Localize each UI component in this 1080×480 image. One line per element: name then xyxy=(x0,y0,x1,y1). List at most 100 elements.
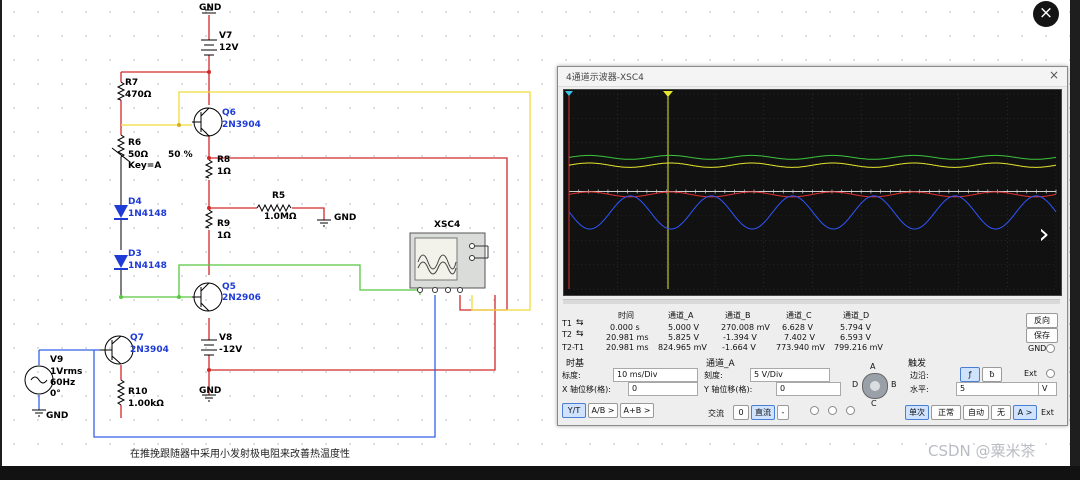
t1-c: 6.628 V xyxy=(782,323,813,332)
r5-name: R5 xyxy=(272,191,285,201)
d3-name: D3 xyxy=(128,249,142,259)
v8-name: V8 xyxy=(219,333,232,343)
channel-radio-3[interactable] xyxy=(846,406,855,415)
v8-value: -12V xyxy=(219,345,242,355)
single-button[interactable]: 单次 xyxy=(905,405,929,420)
channel-scale-field[interactable]: 5 V/Div xyxy=(750,368,830,382)
y-position-field[interactable]: 0 xyxy=(776,382,841,396)
t1-b: 270.008 mV xyxy=(721,323,770,332)
r6-key: Key=A xyxy=(128,161,161,171)
q6-model: 2N3904 xyxy=(222,120,261,130)
level-unit[interactable]: V xyxy=(1038,382,1057,396)
scope-close-button[interactable]: × xyxy=(1049,68,1059,82)
r6-value: 50Ω xyxy=(128,150,149,160)
ext-radio[interactable] xyxy=(1046,369,1055,378)
chevron-right-icon: › xyxy=(1038,217,1050,250)
x-position-field[interactable]: 0 xyxy=(628,382,698,396)
readout-header-time: 时间 xyxy=(618,311,634,320)
timebase-scale-field[interactable]: 10 ms/Div xyxy=(613,368,698,382)
readout-header-b: 通道_B xyxy=(725,311,751,320)
normal-button[interactable]: 正常 xyxy=(931,405,961,420)
yt-button[interactable]: Y/T xyxy=(562,403,586,418)
watermark: CSDN @粟米茶 xyxy=(928,442,1036,460)
edge-label: 边沿: xyxy=(910,371,929,380)
t2-b: -1.394 V xyxy=(723,333,757,342)
channel-radio-1[interactable] xyxy=(810,406,819,415)
scope-title: 4通道示波器-XSC4 xyxy=(566,73,644,83)
r9-name: R9 xyxy=(217,219,230,229)
ac-label[interactable]: 交流 xyxy=(708,408,724,419)
gnd-label-r5: GND xyxy=(334,213,356,223)
knob-letter-d: D xyxy=(852,380,859,389)
t2t1-b: -1.664 V xyxy=(722,343,756,352)
r9-value: 1Ω xyxy=(217,231,231,241)
v9-line1: 1Vrms xyxy=(50,367,82,377)
t1-label: T1 xyxy=(562,319,572,328)
gnd-label-v8: GND xyxy=(199,386,221,396)
gnd-radio[interactable] xyxy=(1046,344,1055,353)
auto-button[interactable]: 自动 xyxy=(963,405,989,420)
channel-radio-2[interactable] xyxy=(828,406,837,415)
scope-traces xyxy=(565,91,1057,290)
oscilloscope-window: 4通道示波器-XSC4 × 时间 通道_A 通道_B 通道_C 通道_D T1 … xyxy=(557,66,1068,426)
t2-label: T2 xyxy=(562,330,572,339)
ab-button[interactable]: A/B > xyxy=(588,403,618,418)
r8-value: 1Ω xyxy=(217,167,231,177)
v9-name: V9 xyxy=(50,355,63,365)
bottom-strip xyxy=(0,466,1080,480)
channel-selector-knob[interactable] xyxy=(862,373,888,399)
t1-arrows-icon[interactable]: ⇆ xyxy=(576,318,584,328)
t2-d: 6.593 V xyxy=(840,333,871,342)
readout-header-a: 通道_A xyxy=(668,311,694,320)
timebase-scale-label: 标度: xyxy=(562,371,581,380)
t2-a: 5.825 V xyxy=(668,333,699,342)
falling-edge-button[interactable]: ƀ xyxy=(982,367,1002,382)
scope-titlebar: 4通道示波器-XSC4 × xyxy=(558,67,1067,87)
xsc4-label: XSC4 xyxy=(434,220,460,230)
level-field[interactable]: 5 xyxy=(956,382,1041,396)
trace-channel-d xyxy=(568,195,1057,230)
r7-name: R7 xyxy=(125,78,138,88)
t2t1-a: 824.965 mV xyxy=(658,343,707,352)
knob-letter-c: C xyxy=(871,399,877,408)
r6-name: R6 xyxy=(128,138,141,148)
close-icon: × xyxy=(1038,3,1054,23)
q5-model: 2N2906 xyxy=(222,293,261,303)
gnd-label-v9: GND xyxy=(46,411,68,421)
dc-button[interactable]: 直流 xyxy=(751,405,775,420)
zero-button[interactable]: 0 xyxy=(733,405,749,420)
y-position-label: Y 轴位移(格): xyxy=(704,385,753,394)
t2t1-d: 799.216 mV xyxy=(834,343,883,352)
t2t1-c: 773.940 mV xyxy=(776,343,825,352)
timebase-title: 时基 xyxy=(566,359,585,369)
rising-edge-button[interactable]: ƒ xyxy=(960,367,980,382)
a-trigger-button[interactable]: A > xyxy=(1013,405,1037,420)
ext-trigger-button[interactable]: Ext xyxy=(1041,408,1054,417)
reverse-button[interactable]: 反向 xyxy=(1026,313,1058,328)
viewer-close-button[interactable]: × xyxy=(1033,1,1059,27)
q5-name: Q5 xyxy=(222,282,236,292)
none-button[interactable]: 无 xyxy=(991,405,1011,420)
x-position-label: X 轴位移(格): xyxy=(562,385,611,394)
aplusb-button[interactable]: A+B > xyxy=(620,403,654,418)
r6-percent: 50 % xyxy=(168,150,193,160)
t1-d: 5.794 V xyxy=(840,323,871,332)
t2t1-label: T2-T1 xyxy=(562,343,585,352)
v7-name: V7 xyxy=(219,31,232,41)
minus-button[interactable]: - xyxy=(777,405,789,420)
t1-time: 0.000 s xyxy=(610,323,640,332)
red-wires xyxy=(120,15,508,418)
trigger-title: 触发 xyxy=(908,359,927,369)
d4-name: D4 xyxy=(128,197,142,207)
save-button[interactable]: 保存 xyxy=(1026,328,1058,343)
xsc4-symbol xyxy=(409,232,489,293)
v9-line2: 60Hz xyxy=(50,378,75,388)
t2-arrows-icon[interactable]: ⇆ xyxy=(576,329,584,339)
viewer-next-button[interactable]: › xyxy=(1030,218,1058,252)
r5-value: 1.0MΩ xyxy=(264,212,297,222)
knob-letter-a: A xyxy=(870,362,876,371)
q7-name: Q7 xyxy=(130,333,144,343)
gnd-label: GND xyxy=(1028,344,1047,353)
scope-splitter[interactable] xyxy=(563,299,1060,304)
t2-c: 7.402 V xyxy=(784,333,815,342)
